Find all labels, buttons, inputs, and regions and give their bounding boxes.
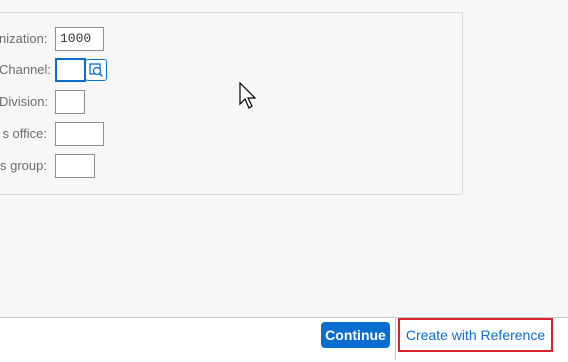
sales-org-input[interactable]: 1000 [55, 27, 104, 51]
sales-area-panel: nization: 1000 Channel: Division: s offi… [0, 12, 463, 195]
sales-group-label: s group: [0, 158, 47, 173]
footer-left-area: Continue [0, 318, 396, 360]
distribution-channel-input[interactable] [55, 58, 86, 82]
sales-org-label: nization: [0, 31, 48, 46]
mouse-cursor-icon [239, 82, 257, 109]
division-input[interactable] [55, 90, 85, 114]
sales-office-input[interactable] [55, 122, 104, 146]
value-help-icon [89, 63, 104, 78]
sales-office-label: s office: [2, 126, 47, 141]
dialog-footer: Continue Create with Reference [0, 317, 568, 362]
create-with-reference-button[interactable]: Create with Reference [398, 318, 553, 352]
continue-button[interactable]: Continue [321, 322, 390, 348]
value-help-button[interactable] [85, 59, 107, 81]
distribution-channel-label: Channel: [0, 62, 52, 77]
sales-group-input[interactable] [55, 154, 95, 178]
division-label: Division: [0, 94, 49, 109]
